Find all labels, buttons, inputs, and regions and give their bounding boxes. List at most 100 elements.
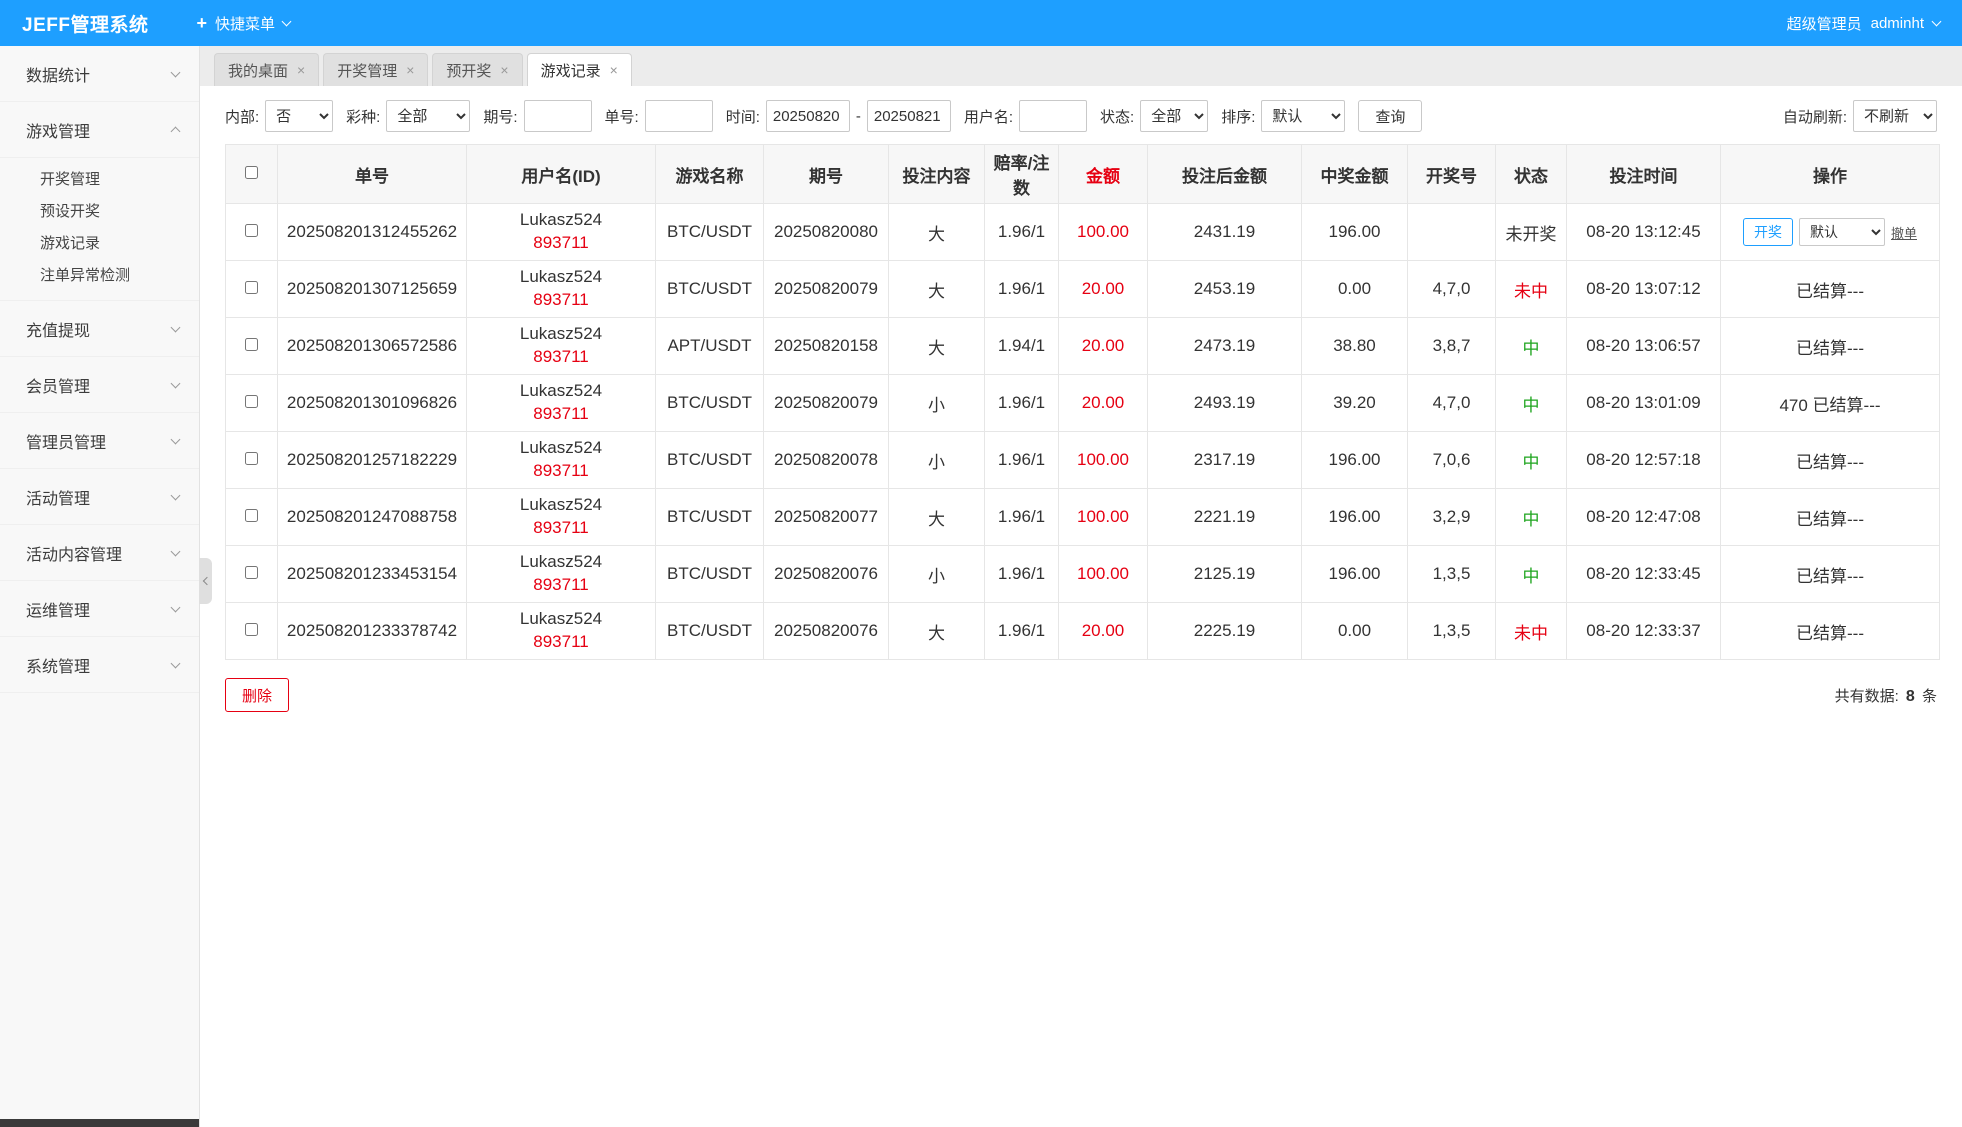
sidebar-collapse-handle[interactable]: [199, 558, 212, 604]
lottery-select[interactable]: 全部: [386, 100, 471, 132]
cell-status: 未中: [1495, 260, 1567, 318]
order-input[interactable]: [644, 100, 713, 132]
cell-after-amount: 2473.19: [1147, 317, 1302, 375]
delete-button[interactable]: 删除: [225, 678, 290, 712]
row-checkbox[interactable]: [245, 338, 258, 351]
cell-order-no: 202508201247088758: [277, 488, 467, 546]
select-all-checkbox[interactable]: [245, 166, 258, 179]
status-badge: 未中: [1514, 623, 1548, 643]
sidebar-item-system-management[interactable]: 系统管理: [0, 637, 199, 693]
quick-menu-label: 快捷菜单: [214, 15, 275, 33]
user-id-text: 893711: [533, 290, 589, 309]
issue-input[interactable]: [523, 100, 592, 132]
cell-game-name: BTC/USDT: [655, 545, 764, 603]
cell-draw-no: 3,8,7: [1407, 317, 1496, 375]
status-select[interactable]: 全部: [1140, 100, 1209, 132]
sidebar-item-draw-management[interactable]: 开奖管理: [0, 162, 199, 194]
row-checkbox[interactable]: [245, 566, 258, 579]
draw-result-select[interactable]: 默认: [1798, 218, 1885, 246]
draw-button[interactable]: 开奖: [1742, 218, 1793, 246]
cell-after-amount: 2453.19: [1147, 260, 1302, 318]
sidebar-item-admin-management[interactable]: 管理员管理: [0, 413, 199, 469]
auto-refresh-select[interactable]: 不刷新: [1853, 100, 1937, 132]
records-table: 单号 用户名(ID) 游戏名称 期号 投注内容 赔率/注数 金额 投注后金额 中…: [225, 144, 1940, 660]
cell-amount: 20.00: [1058, 374, 1148, 432]
cell-game-name: BTC/USDT: [655, 488, 764, 546]
tab-draw-management[interactable]: 开奖管理 ×: [323, 53, 429, 86]
cell-user: Lukasz524 893711: [466, 602, 656, 660]
sidebar-item-game-management[interactable]: 游戏管理: [0, 102, 199, 158]
username-input[interactable]: [1019, 100, 1088, 132]
settled-text: 已结算---: [1796, 452, 1864, 472]
sidebar-item-activity-content-management[interactable]: 活动内容管理: [0, 525, 199, 581]
sidebar-item-preset-draw[interactable]: 预设开奖: [0, 194, 199, 226]
tab-my-desktop[interactable]: 我的桌面 ×: [214, 53, 320, 86]
row-checkbox[interactable]: [245, 623, 258, 636]
tab-game-records[interactable]: 游戏记录 ×: [526, 53, 632, 86]
cell-user: Lukasz524 893711: [466, 488, 656, 546]
sidebar-item-data-statistics[interactable]: 数据统计: [0, 46, 199, 102]
sidebar-item-abnormal-order-detection[interactable]: 注单异常检测: [0, 258, 199, 290]
close-icon[interactable]: ×: [610, 63, 618, 77]
close-icon[interactable]: ×: [297, 63, 305, 77]
settled-text: 已结算---: [1796, 623, 1864, 643]
topbar: JEFF管理系统 + 快捷菜单 超级管理员 adminht: [0, 0, 1962, 46]
cell-bet-time: 08-20 13:06:57: [1566, 317, 1721, 375]
sidebar-item-label: 数据统计: [26, 67, 91, 85]
time-from-input[interactable]: [765, 100, 850, 132]
username-text: Lukasz524: [519, 324, 603, 344]
app-logo: JEFF管理系统: [22, 14, 149, 36]
cell-user: Lukasz524 893711: [466, 317, 656, 375]
status-badge: 中: [1522, 395, 1540, 415]
cell-bet-content: 大: [888, 488, 985, 546]
cell-amount: 20.00: [1058, 602, 1148, 660]
filter-issue: 期号:: [483, 100, 592, 132]
cell-game-name: BTC/USDT: [655, 374, 764, 432]
tab-label: 开奖管理: [337, 62, 398, 80]
row-checkbox-cell: [225, 317, 278, 375]
cell-game-name: BTC/USDT: [655, 260, 764, 318]
user-menu[interactable]: 超级管理员 adminht: [1787, 13, 1942, 34]
quick-menu-button[interactable]: + 快捷菜单: [196, 13, 292, 34]
sidebar-item-operations-management[interactable]: 运维管理: [0, 581, 199, 637]
cell-actions: 已结算---: [1720, 260, 1940, 318]
tab-pre-draw[interactable]: 预开奖 ×: [432, 53, 523, 86]
close-icon[interactable]: ×: [500, 63, 508, 77]
table-header-cell: 游戏名称: [655, 144, 764, 204]
row-checkbox[interactable]: [245, 509, 258, 522]
time-to-input[interactable]: [866, 100, 951, 132]
sidebar-item-activity-management[interactable]: 活动管理: [0, 469, 199, 525]
row-checkbox[interactable]: [245, 452, 258, 465]
sidebar: 数据统计 游戏管理 开奖管理 预设开奖 游戏记录 注单异常检测 充值提现 会员管…: [0, 46, 212, 1127]
row-checkbox[interactable]: [245, 224, 258, 237]
cell-user: Lukasz524 893711: [466, 545, 656, 603]
cell-win-amount: 0.00: [1301, 260, 1408, 318]
table-row: 202508201233453154 Lukasz524 893711 BTC/…: [225, 545, 1940, 603]
sort-select[interactable]: 默认: [1261, 100, 1346, 132]
sidebar-item-member-management[interactable]: 会员管理: [0, 357, 199, 413]
filter-order: 单号:: [605, 100, 713, 132]
table-header-cell: 开奖号: [1407, 144, 1496, 204]
user-id-text: 893711: [533, 233, 589, 252]
sidebar-item-game-records[interactable]: 游戏记录: [0, 226, 199, 258]
user-id-text: 893711: [533, 575, 589, 594]
sidebar-item-recharge-withdraw[interactable]: 充值提现: [0, 301, 199, 357]
table-row: 202508201306572586 Lukasz524 893711 APT/…: [225, 317, 1940, 375]
close-icon[interactable]: ×: [406, 63, 414, 77]
cell-draw-no: 4,7,0: [1407, 260, 1496, 318]
table-row: 202508201312455262 Lukasz524 893711 BTC/…: [225, 203, 1940, 261]
cancel-order-link[interactable]: 撤单: [1891, 223, 1917, 242]
row-checkbox[interactable]: [245, 395, 258, 408]
total-unit: 条: [1921, 687, 1937, 705]
table-row: 202508201233378742 Lukasz524 893711 BTC/…: [225, 602, 1940, 660]
cell-issue: 20250820079: [763, 374, 889, 432]
settled-text: 已结算---: [1796, 509, 1864, 529]
cell-bet-content: 小: [888, 545, 985, 603]
search-button[interactable]: 查询: [1358, 100, 1423, 132]
internal-select[interactable]: 否: [265, 100, 334, 132]
table-header-cell: 赔率/注数: [984, 144, 1059, 204]
sidebar-item-label: 活动内容管理: [26, 546, 123, 564]
row-checkbox[interactable]: [245, 281, 258, 294]
table-header-cell: 投注时间: [1566, 144, 1721, 204]
cell-bet-time: 08-20 13:07:12: [1566, 260, 1721, 318]
